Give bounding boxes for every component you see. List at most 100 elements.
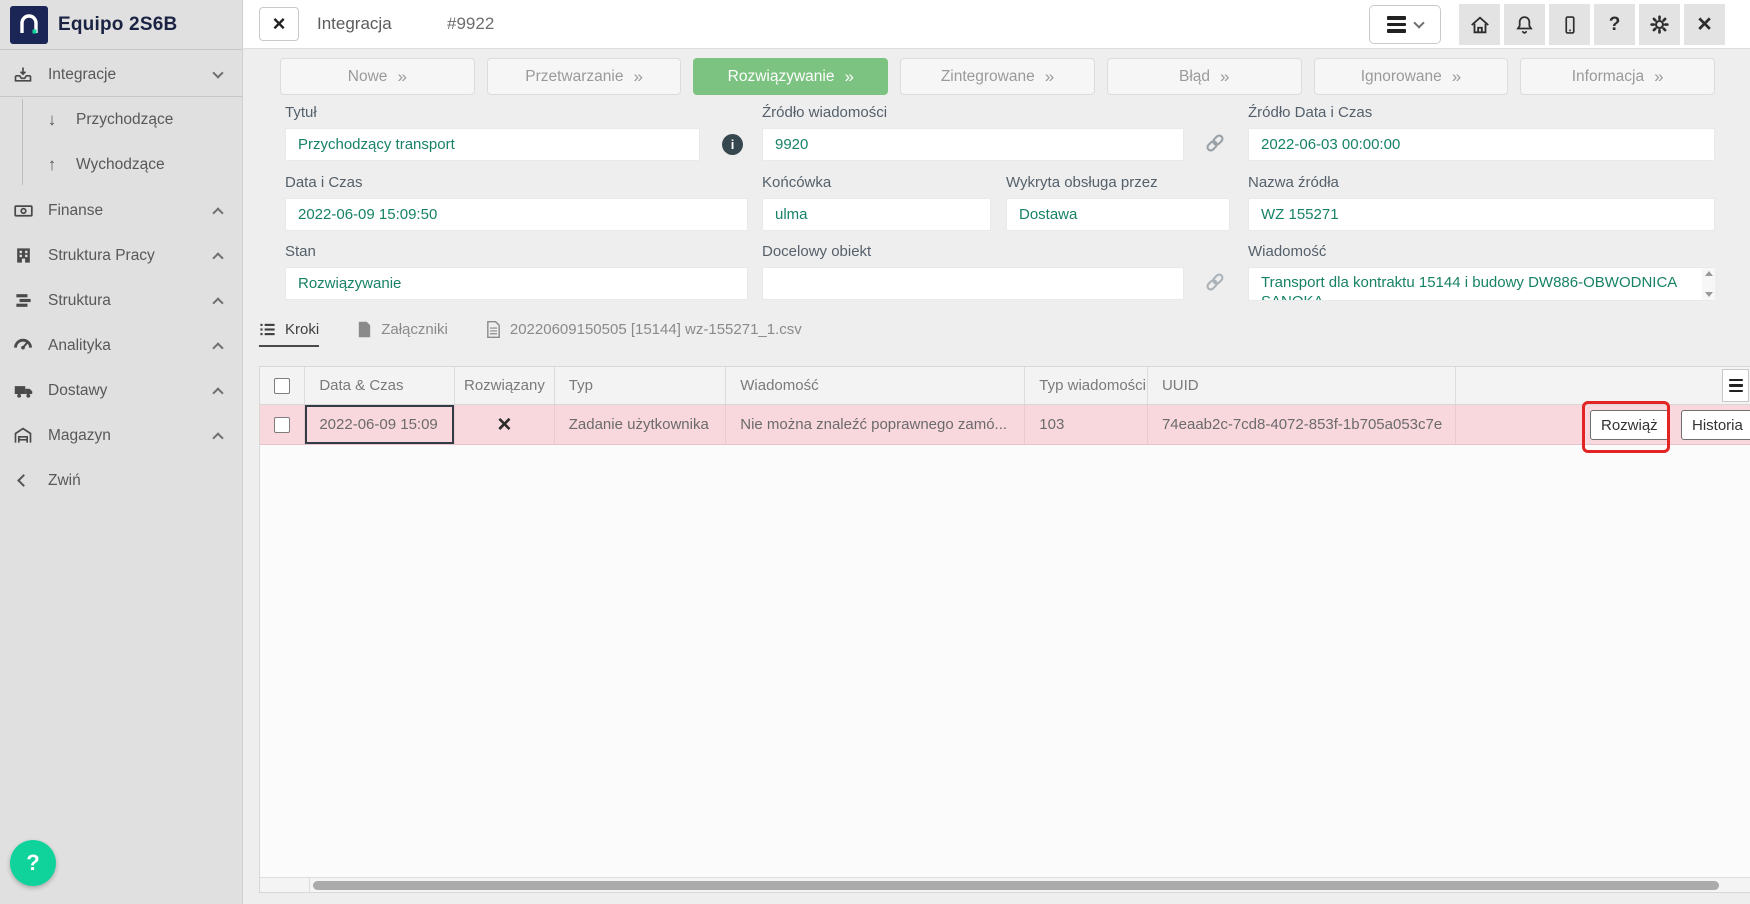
sidebar-item-label: Analityka: [48, 337, 111, 355]
chevron-up-icon: [212, 252, 223, 263]
state-button-rozwiazywanie[interactable]: Rozwiązywanie»: [693, 58, 888, 95]
tab-kroki[interactable]: Kroki: [259, 321, 319, 347]
close-app-button[interactable]: ×: [1684, 4, 1725, 45]
column-settings-button[interactable]: [1722, 369, 1749, 402]
sidebar-item-integracje[interactable]: Integracje: [0, 52, 242, 97]
field-label-koncowka: Końcówka: [762, 174, 831, 191]
field-label-docelowy-obiekt: Docelowy obiekt: [762, 243, 871, 260]
sidebar-item-wychodzace[interactable]: ↑ Wychodzące: [0, 142, 242, 187]
col-header-history: [1550, 367, 1750, 404]
chevron-up-icon: [212, 342, 223, 353]
sidebar-item-dostawy[interactable]: Dostawy: [0, 368, 242, 413]
resolve-button[interactable]: Rozwiąż: [1590, 410, 1669, 440]
banknote-icon: [12, 200, 34, 221]
main-menu-button[interactable]: [1369, 5, 1441, 44]
home-icon: [1469, 14, 1491, 36]
app-title: Equipo 2S6B: [58, 14, 177, 36]
state-button-ignorowane[interactable]: Ignorowane»: [1314, 58, 1509, 95]
history-button[interactable]: Historia: [1681, 410, 1750, 440]
scrollbar-thumb[interactable]: [313, 881, 1719, 890]
arrow-down-icon: ↓: [42, 110, 62, 130]
settings-button[interactable]: [1639, 4, 1680, 45]
sidebar-item-analityka[interactable]: Analityka: [0, 323, 242, 368]
cell-data-czas[interactable]: 2022-06-09 15:09: [305, 405, 455, 444]
link-icon[interactable]: [1202, 130, 1228, 156]
zrodlo-data-czas-field[interactable]: 2022-06-03 00:00:00: [1248, 128, 1715, 161]
field-label-data-czas: Data i Czas: [285, 174, 363, 191]
col-header-typ[interactable]: Typ: [555, 367, 727, 404]
scrollbar-corner: [260, 878, 310, 892]
docelowy-obiekt-field[interactable]: [762, 267, 1184, 300]
state-button-zintegrowane[interactable]: Zintegrowane»: [900, 58, 1095, 95]
notifications-button[interactable]: [1504, 4, 1545, 45]
state-button-informacja[interactable]: Informacja»: [1520, 58, 1715, 95]
sidebar-item-przychodzace[interactable]: ↓ Przychodzące: [0, 97, 242, 142]
sidebar-item-label: Struktura: [48, 292, 111, 310]
field-label-wiadomosc: Wiadomość: [1248, 243, 1326, 260]
gauge-icon: [12, 336, 34, 356]
file-icon: [357, 321, 372, 338]
building-icon: [12, 246, 34, 265]
koncowka-field[interactable]: ulma: [762, 198, 991, 231]
file-text-icon: [486, 321, 501, 338]
col-header-uuid[interactable]: UUID: [1148, 367, 1456, 404]
sidebar-item-label: Finanse: [48, 202, 103, 220]
page-title: Integracja: [317, 14, 392, 34]
double-arrow-icon: »: [1220, 67, 1229, 87]
table-row[interactable]: 2022-06-09 15:09 × Zadanie użytkownika N…: [260, 405, 1750, 445]
sidebar-item-zwin[interactable]: Zwiń: [0, 458, 242, 503]
warehouse-icon: [12, 426, 34, 446]
field-label-stan: Stan: [285, 243, 316, 260]
wiadomosc-field[interactable]: Transport dla kontraktu 15144 i budowy D…: [1248, 267, 1715, 301]
not-resolved-x-icon: ×: [497, 413, 511, 437]
arrow-up-icon: ↑: [42, 155, 62, 175]
state-button-nowe[interactable]: Nowe»: [280, 58, 475, 95]
bell-icon: [1514, 14, 1535, 35]
row-checkbox[interactable]: [274, 417, 290, 433]
data-czas-field[interactable]: 2022-06-09 15:09:50: [285, 198, 748, 231]
steps-table-panel: Data & Czas Rozwiązany Typ Wiadomość Typ…: [259, 366, 1750, 893]
app-logo-row[interactable]: Equipo 2S6B: [0, 0, 242, 50]
cell-typ[interactable]: Zadanie użytkownika: [555, 405, 727, 444]
textarea-scrollbar[interactable]: [1702, 268, 1715, 300]
chevron-up-icon: [212, 387, 223, 398]
mobile-button[interactable]: [1549, 4, 1590, 45]
tab-csv-file[interactable]: 20220609150505 [15144] wz-155271_1.csv: [486, 321, 802, 345]
cell-uuid[interactable]: 74eaab2c-7cd8-4072-853f-1b705a053c7e: [1148, 405, 1456, 444]
col-header-rozwiazany[interactable]: Rozwiązany: [455, 367, 555, 404]
sidebar-item-finanse[interactable]: Finanse: [0, 188, 242, 233]
sidebar-item-magazyn[interactable]: Magazyn: [0, 413, 242, 458]
detail-tabs: Kroki Załączniki 20220609150505 [15144] …: [259, 321, 802, 351]
stan-field[interactable]: Rozwiązywanie: [285, 267, 748, 300]
double-arrow-icon: »: [633, 67, 642, 87]
zrodlo-wiadomosci-field[interactable]: 9920: [762, 128, 1184, 161]
help-button[interactable]: ?: [1594, 4, 1635, 45]
link-icon[interactable]: [1202, 269, 1228, 295]
sidebar-item-struktura[interactable]: Struktura: [0, 278, 242, 323]
table-header-row: Data & Czas Rozwiązany Typ Wiadomość Typ…: [260, 367, 1750, 405]
hamburger-icon: [1387, 16, 1406, 33]
chevron-up-icon: [212, 207, 223, 218]
sidebar-item-struktura-pracy[interactable]: Struktura Pracy: [0, 233, 242, 278]
sidebar: Equipo 2S6B Integracje ↓ Przychodzące ↑ …: [0, 0, 243, 904]
col-header-wiadomosc[interactable]: Wiadomość: [726, 367, 1025, 404]
home-button[interactable]: [1459, 4, 1500, 45]
table-menu-icon: [1729, 379, 1743, 393]
col-header-actions: [1456, 367, 1550, 404]
tab-zalaczniki[interactable]: Załączniki: [357, 321, 448, 345]
sidebar-item-label: Zwiń: [48, 472, 81, 490]
cell-wiadomosc[interactable]: Nie można znaleźć poprawnego zamó...: [726, 405, 1025, 444]
close-record-button[interactable]: ×: [259, 7, 299, 41]
help-fab-button[interactable]: ?: [10, 840, 56, 886]
close-icon: ×: [1697, 12, 1712, 37]
tytul-field[interactable]: Przychodzący transport: [285, 128, 700, 161]
state-button-blad[interactable]: Błąd»: [1107, 58, 1302, 95]
col-header-typ-wiadomosci[interactable]: Typ wiadomości: [1025, 367, 1148, 404]
cell-typ-wiadomosci[interactable]: 103: [1025, 405, 1148, 444]
nazwa-zrodla-field[interactable]: WZ 155271: [1248, 198, 1715, 231]
info-icon[interactable]: i: [722, 134, 743, 155]
select-all-checkbox[interactable]: [274, 378, 290, 394]
col-header-data-czas[interactable]: Data & Czas: [305, 367, 455, 404]
state-button-przetwarzanie[interactable]: Przetwarzanie»: [487, 58, 682, 95]
wykryta-obsluga-field[interactable]: Dostawa: [1006, 198, 1230, 231]
